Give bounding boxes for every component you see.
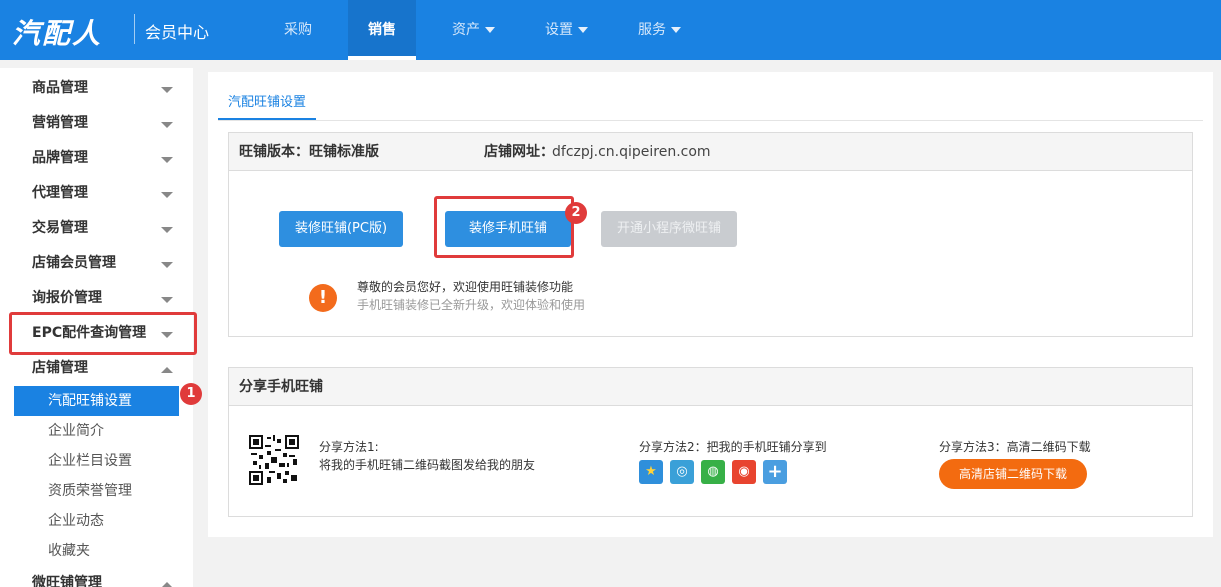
qzone-icon[interactable]: ★ [639,460,663,484]
open-mini-program-shop-button[interactable]: 开通小程序微旺铺 [601,211,737,247]
step-badge-2: 2 [565,202,587,224]
sidebar-group-quotes[interactable]: 询报价管理 [0,281,193,316]
sidebar-group-agency[interactable]: 代理管理 [0,176,193,211]
nav-label: 采购 [284,22,312,38]
share-method-1-title: 分享方法1: [319,440,379,454]
share-method-3-title: 分享方法3：高清二维码下载 [939,440,1091,454]
tencent-weibo-icon[interactable]: ◎ [670,460,694,484]
shop-info-box: 旺铺版本：旺铺标准版 店铺网址： dfczpj.cn.qipeiren.com … [228,132,1193,337]
nav-label: 设置 [545,22,573,38]
shop-url-value[interactable]: dfczpj.cn.qipeiren.com [552,133,711,171]
sidebar-group-brands[interactable]: 品牌管理 [0,141,193,176]
sidebar-item-favorites[interactable]: 收藏夹 [0,536,193,566]
tab-shop-settings[interactable]: 汽配旺铺设置 [218,86,317,120]
nav-label: 资产 [452,22,480,38]
sidebar-group-products[interactable]: 商品管理 [0,71,193,106]
chevron-down-icon [161,297,173,303]
main-panel: 汽配旺铺设置 旺铺版本：旺铺标准版 店铺网址： dfczpj.cn.qipeir… [208,72,1213,537]
warning-icon: ! [309,284,337,312]
main-nav: 采购 销售 资产 设置 服务 [270,0,717,60]
sidebar-item-company-intro[interactable]: 企业简介 [0,416,193,446]
sidebar-group-label: 营销管理 [32,115,88,131]
shop-url-label: 店铺网址： [484,144,554,160]
chevron-down-icon [161,192,173,198]
more-share-icon[interactable]: + [763,460,787,484]
site-logo[interactable]: 汽配人 [12,12,102,52]
sidebar-group-label: 店铺管理 [32,360,88,376]
chevron-down-icon [485,27,495,33]
nav-item-settings[interactable]: 设置 [531,0,602,60]
highlight-frame-sidebar [9,312,197,355]
sidebar-item-columns[interactable]: 企业栏目设置 [0,446,193,476]
logo-divider [134,14,135,44]
version-value: 旺铺标准版 [309,144,379,160]
nav-item-sales[interactable]: 销售 [348,0,416,60]
sidebar-group-label: 品牌管理 [32,150,88,166]
share-method-2-title: 分享方法2：把我的手机旺铺分享到 [639,440,827,454]
nav-item-assets[interactable]: 资产 [438,0,509,60]
nav-label: 服务 [638,22,666,38]
sidebar-item-honors[interactable]: 资质荣誉管理 [0,476,193,506]
sidebar-item-shop-settings[interactable]: 汽配旺铺设置 [14,386,179,416]
share-header: 分享手机旺铺 [229,368,1192,406]
sidebar-group-micro-shop[interactable]: 微旺铺管理 [0,566,193,587]
download-qr-button[interactable]: 高清店铺二维码下载 [939,459,1087,489]
top-navigation-bar: 汽配人 会员中心 采购 销售 资产 设置 服务 [0,0,1221,60]
chevron-down-icon [671,27,681,33]
chevron-down-icon [161,87,173,93]
portal-title[interactable]: 会员中心 [145,19,209,43]
tab-underline-divider [218,120,1203,121]
chevron-down-icon [161,227,173,233]
decorate-pc-shop-button[interactable]: 装修旺铺(PC版) [279,211,403,247]
notice-text-secondary: 手机旺铺装修已全新升级，欢迎体验和使用 [357,298,586,312]
notice-text-primary: 尊敬的会员您好，欢迎使用旺铺装修功能 [357,280,574,294]
chevron-down-icon [161,262,173,268]
nav-item-purchase[interactable]: 采购 [270,0,326,60]
share-method-1-desc: 将我的手机旺铺二维码截图发给我的朋友 [319,458,536,472]
qr-code-icon [249,435,299,485]
chevron-up-icon [161,582,173,587]
sidebar-group-label: 微旺铺管理 [32,575,102,587]
sidebar-group-shop[interactable]: 店铺管理 [0,351,193,386]
sidebar-group-marketing[interactable]: 营销管理 [0,106,193,141]
sidebar-item-news[interactable]: 企业动态 [0,506,193,536]
sidebar-group-label: 询报价管理 [32,290,102,306]
chevron-down-icon [161,157,173,163]
nav-label: 销售 [368,22,396,38]
shop-info-header: 旺铺版本：旺铺标准版 店铺网址： dfczpj.cn.qipeiren.com [229,133,1192,171]
sidebar-group-label: 店铺会员管理 [32,255,116,271]
sidebar-group-shop-members[interactable]: 店铺会员管理 [0,246,193,281]
sidebar-group-label: 交易管理 [32,220,88,236]
sina-weibo-icon[interactable]: ◉ [732,460,756,484]
sidebar-group-label: 商品管理 [32,80,88,96]
share-box: 分享手机旺铺 分享方法1: 将我的手机旺铺二维码截图发给我的朋友 分享方法2：把… [228,367,1193,517]
wechat-icon[interactable]: ◍ [701,460,725,484]
step-badge-1: 1 [180,383,202,405]
sidebar-group-trade[interactable]: 交易管理 [0,211,193,246]
version-label: 旺铺版本： [239,144,309,160]
nav-item-services[interactable]: 服务 [624,0,695,60]
highlight-frame-mobile-button [434,196,574,258]
chevron-up-icon [161,367,173,373]
share-icons: ★ ◎ ◍ ◉ + [639,460,794,484]
sidebar-group-label: 代理管理 [32,185,88,201]
chevron-down-icon [578,27,588,33]
chevron-down-icon [161,122,173,128]
